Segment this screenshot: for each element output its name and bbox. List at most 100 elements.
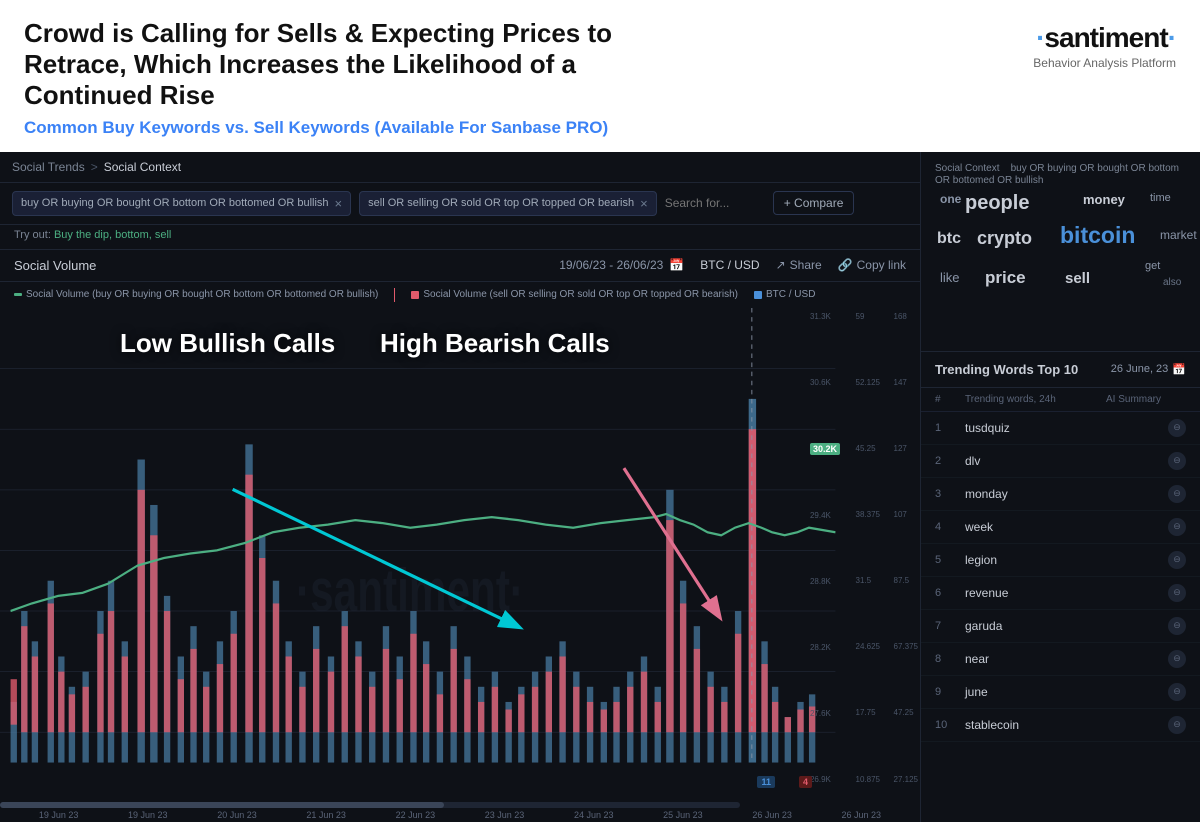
tag-text-1: buy OR buying OR bought OR bottom OR bot… [21,197,329,209]
tag-close-2[interactable]: × [640,196,648,211]
trending-col-headers: # Trending words, 24h AI Summary [921,388,1200,412]
trending-action: ⊖ [1106,584,1186,602]
word-people: people [965,192,1029,215]
ai-summary-icon[interactable]: ⊖ [1168,650,1186,668]
legend-label-1: Social Volume (buy OR buying OR bought O… [26,289,378,300]
ai-summary-icon[interactable]: ⊖ [1168,452,1186,470]
copy-link-button[interactable]: 🔗 Copy link [838,258,906,272]
breadcrumb: Social Trends > Social Context [0,152,920,183]
tag-pill-2[interactable]: sell OR selling OR sold OR top OR topped… [359,191,657,216]
trending-title: Trending Words Top 10 [935,362,1078,377]
table-row[interactable]: 7 garuda ⊖ [921,610,1200,643]
row-num: 1 [935,422,965,434]
trending-action: ⊖ [1106,452,1186,470]
word-market: market [1160,228,1197,242]
ai-summary-icon[interactable]: ⊖ [1168,716,1186,734]
main-content: Social Trends > Social Context buy OR bu… [0,152,1200,822]
table-row[interactable]: 5 legion ⊖ [921,544,1200,577]
word-price: price [985,268,1026,288]
word-get: get [1145,260,1160,272]
trending-rows: 1 tusdquiz ⊖ 2 dlv ⊖ 3 monday ⊖ 4 week ⊖… [921,412,1200,742]
table-row[interactable]: 8 near ⊖ [921,643,1200,676]
ai-summary-icon[interactable]: ⊖ [1168,419,1186,437]
row-num: 2 [935,455,965,467]
try-out: Try out: Buy the dip, bottom, sell [0,225,920,249]
ai-summary-icon[interactable]: ⊖ [1168,551,1186,569]
legend-green-dot [14,293,22,296]
date-range[interactable]: 19/06/23 - 26/06/23 📅 [559,258,684,272]
row-word: revenue [965,586,1106,600]
ai-summary-icon[interactable]: ⊖ [1168,485,1186,503]
x-label-4: 22 Jun 23 [396,810,436,820]
logo-text: ·santiment· [1033,22,1176,54]
trending-action: ⊖ [1106,617,1186,635]
date-range-text: 19/06/23 - 26/06/23 [559,258,663,272]
row-num: 8 [935,653,965,665]
word-bitcoin: bitcoin [1060,222,1135,249]
tag-pill-1[interactable]: buy OR buying OR bought OR bottom OR bot… [12,191,351,216]
x-label-1: 19 Jun 23 [128,810,168,820]
header: Crowd is Calling for Sells & Expecting P… [0,0,1200,152]
breadcrumb-parent[interactable]: Social Trends [12,160,85,174]
x-label-9: 26 Jun 23 [842,810,882,820]
trending-header: Trending Words Top 10 26 June, 23 📅 [921,352,1200,388]
row-word: tusdquiz [965,421,1106,435]
breadcrumb-separator: > [91,160,98,174]
link-icon: 🔗 [838,258,853,272]
table-row[interactable]: 6 revenue ⊖ [921,577,1200,610]
right-panel: Social Context buy OR buying OR bought O… [920,152,1200,822]
y-axis-right2: 31.3K30.6K 30.2K 29.4K28.8K28.2K27.6K26.… [810,308,840,788]
calendar-icon-trending: 📅 [1172,363,1186,376]
ai-summary-icon[interactable]: ⊖ [1168,584,1186,602]
trending-action: ⊖ [1106,419,1186,437]
social-volume-label: Social Volume [14,258,96,273]
x-axis: 19 Jun 23 19 Jun 23 20 Jun 23 21 Jun 23 … [0,808,920,822]
share-button[interactable]: ↗ Share [776,258,822,272]
legend-item-2: Social Volume (sell OR selling OR sold O… [411,289,738,300]
row-word: near [965,652,1106,666]
col-word-header: Trending words, 24h [965,394,1106,405]
chart-area: ·santiment· 16814712710787.567.37547.252… [0,308,920,808]
chart-svg: ·santiment· [0,308,920,808]
trending-action: ⊖ [1106,683,1186,701]
ai-summary-icon[interactable]: ⊖ [1168,518,1186,536]
table-row[interactable]: 10 stablecoin ⊖ [921,709,1200,742]
row-num: 9 [935,686,965,698]
try-out-suggestions[interactable]: Buy the dip, bottom, sell [54,229,171,241]
legend-label-2: Social Volume (sell OR selling OR sold O… [423,289,738,300]
trending-action: ⊖ [1106,650,1186,668]
row-num: 5 [935,554,965,566]
ai-summary-icon[interactable]: ⊖ [1168,683,1186,701]
word-cloud-header: Social Context buy OR buying OR bought O… [935,162,1186,186]
chart-toolbar-right: 19/06/23 - 26/06/23 📅 BTC / USD ↗ Share … [559,258,906,272]
x-label-3: 21 Jun 23 [306,810,346,820]
search-bar: buy OR buying OR bought OR bottom OR bot… [0,183,920,225]
row-num: 10 [935,719,965,731]
table-row[interactable]: 4 week ⊖ [921,511,1200,544]
row-word: garuda [965,619,1106,633]
word-like: like [940,270,960,285]
col-num-header: # [935,394,965,405]
table-row[interactable]: 1 tusdquiz ⊖ [921,412,1200,445]
table-row[interactable]: 2 dlv ⊖ [921,445,1200,478]
calendar-icon: 📅 [669,258,684,272]
legend-blue-dot [754,291,762,299]
compare-button[interactable]: + Compare [773,191,855,215]
y-axis-right: 16814712710787.567.37547.2527.125 [894,308,918,788]
chart-toolbar: Social Volume 19/06/23 - 26/06/23 📅 BTC … [0,249,920,282]
legend-label-3: BTC / USD [766,289,815,300]
tag-close-1[interactable]: × [335,196,343,211]
table-row[interactable]: 3 monday ⊖ [921,478,1200,511]
row-word: dlv [965,454,1106,468]
ai-summary-icon[interactable]: ⊖ [1168,617,1186,635]
copy-link-label: Copy link [857,258,906,272]
search-input[interactable] [665,196,765,210]
left-panel: Social Trends > Social Context buy OR bu… [0,152,920,822]
svg-text:·santiment·: ·santiment· [296,557,524,624]
pair-label: BTC / USD [700,258,759,272]
x-label-0: 19 Jun 23 [39,810,79,820]
share-icon: ↗ [776,258,786,272]
x-label-7: 25 Jun 23 [663,810,703,820]
table-row[interactable]: 9 june ⊖ [921,676,1200,709]
x-label-2: 20 Jun 23 [217,810,257,820]
